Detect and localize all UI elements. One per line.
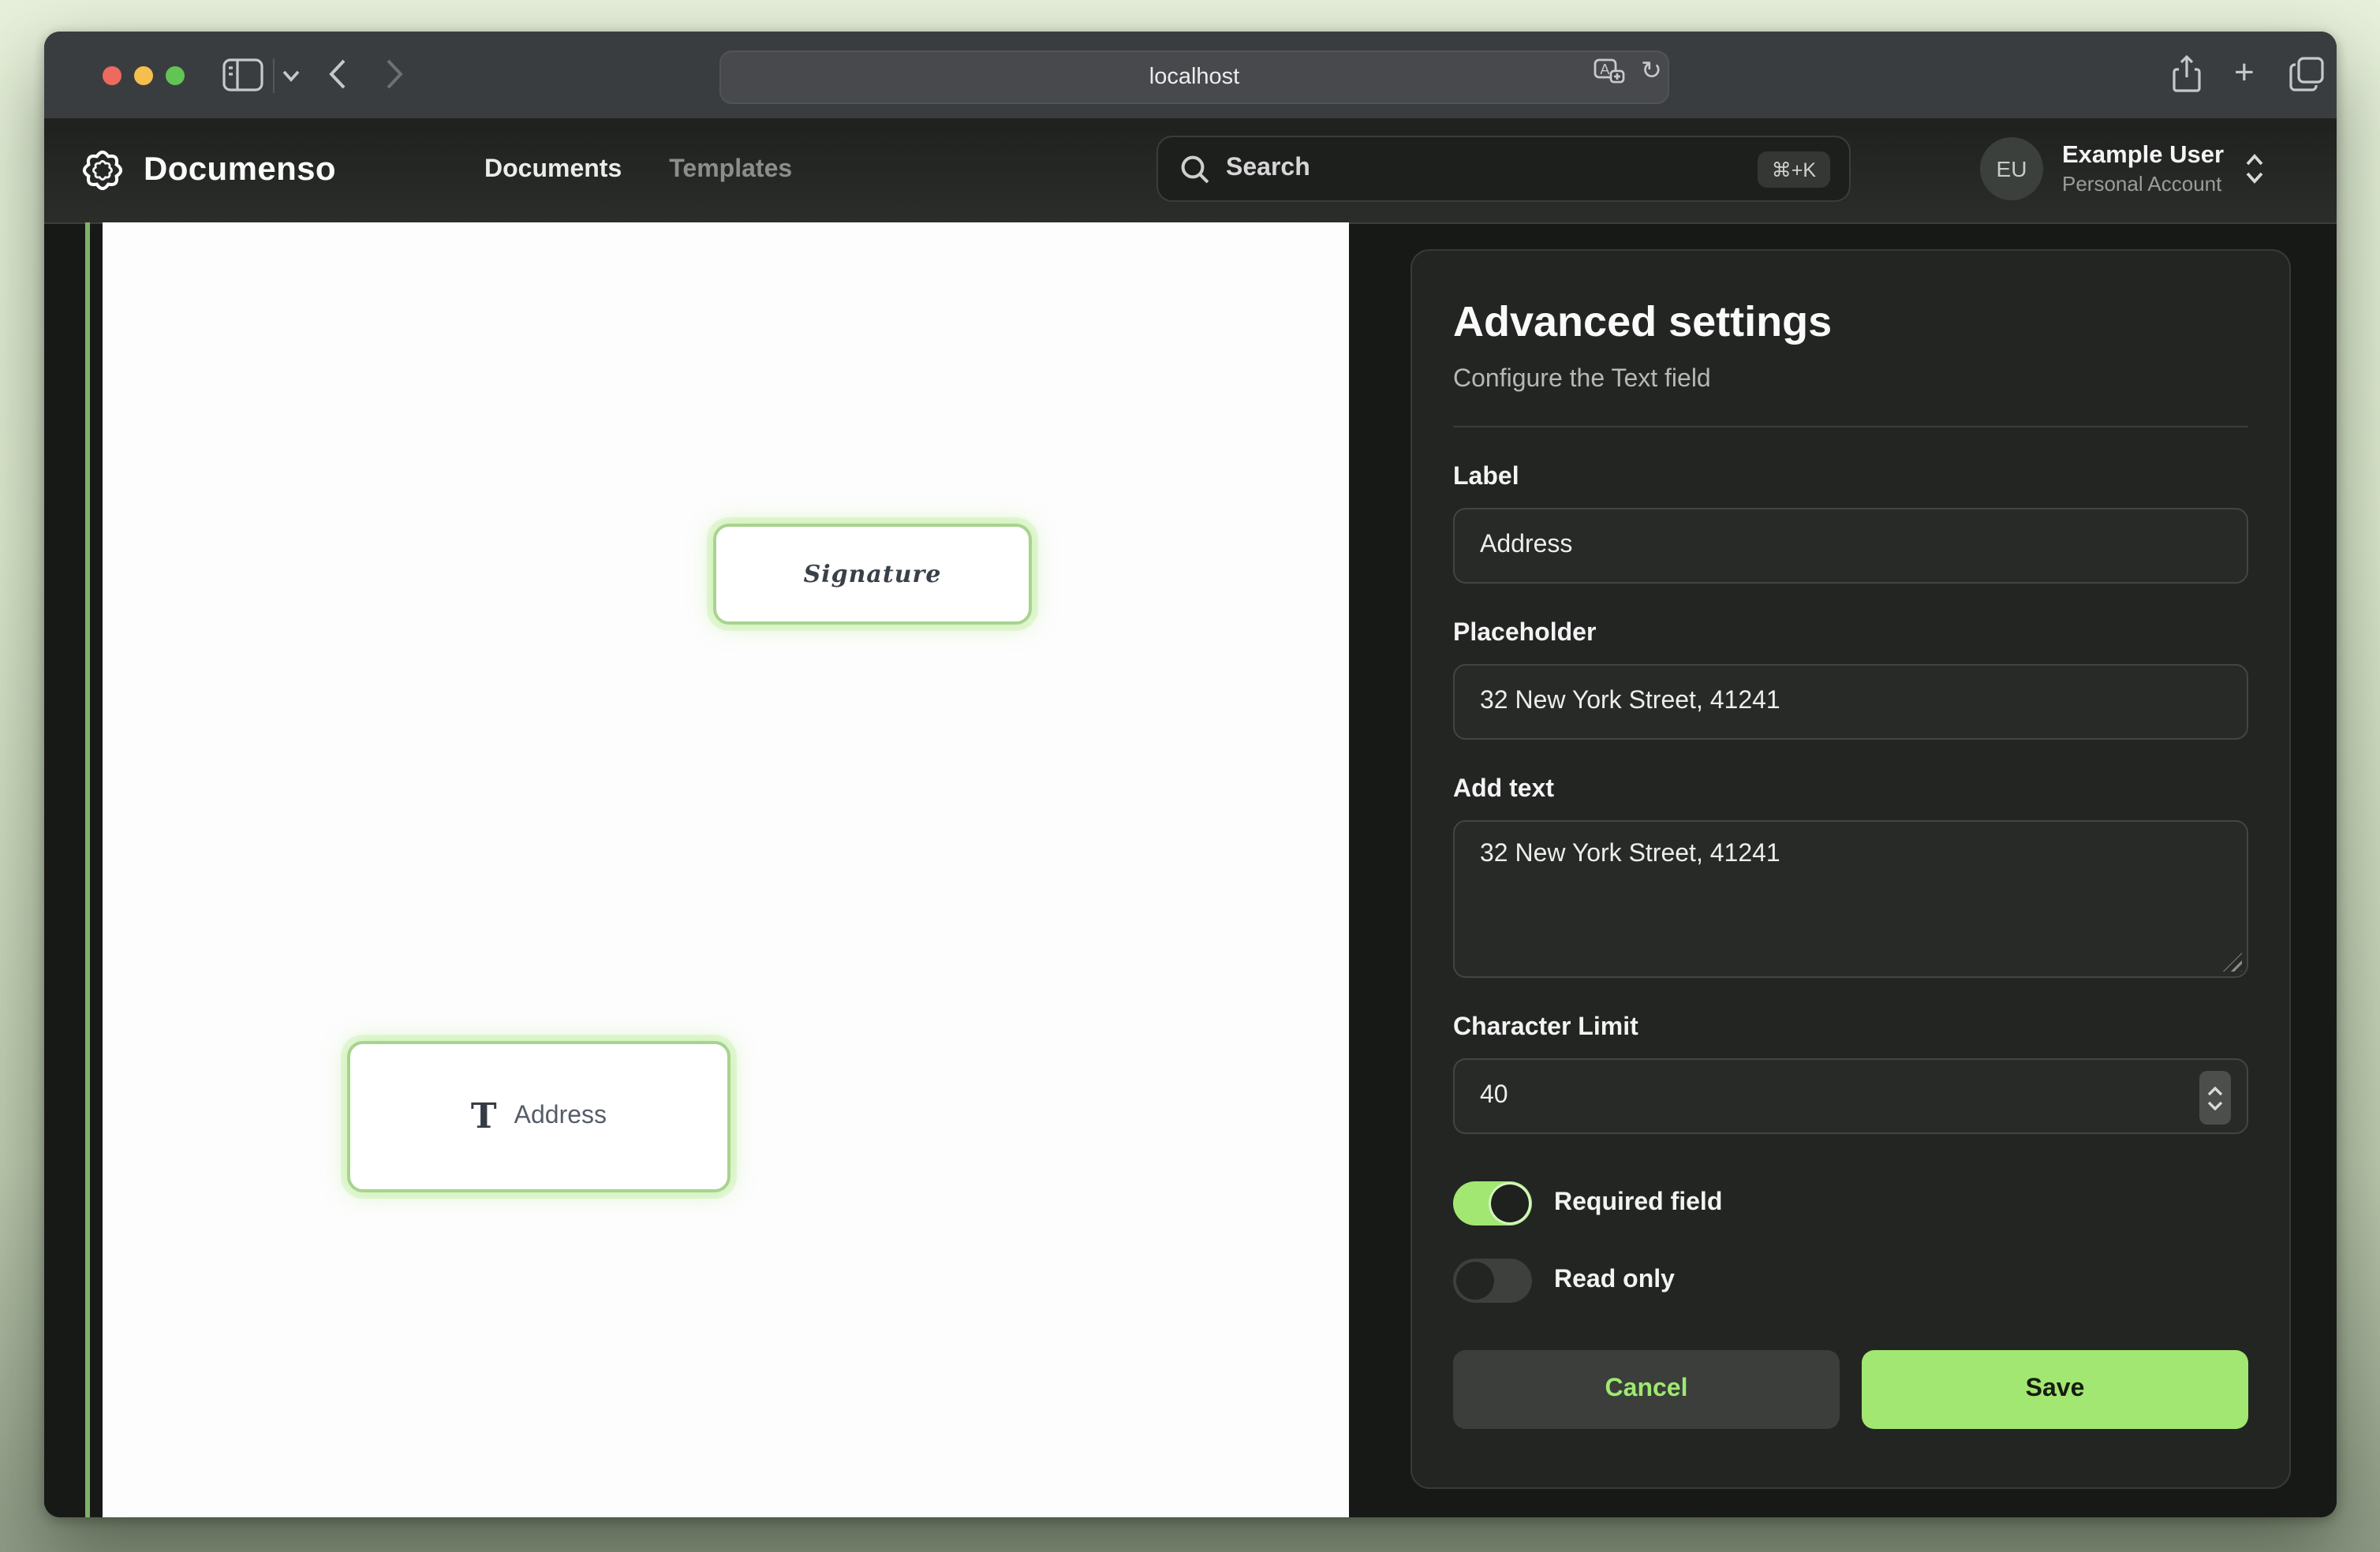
user-menu[interactable]: EU Example User Personal Account bbox=[1980, 137, 2265, 200]
panel-subtitle: Configure the Text field bbox=[1453, 366, 2248, 394]
text-type-icon: T bbox=[471, 1099, 497, 1134]
add-text-textarea[interactable]: 32 New York Street, 41241 bbox=[1453, 820, 2248, 978]
chevrons-up-down-icon bbox=[2243, 153, 2265, 185]
main-nav: Documents Templates bbox=[484, 118, 792, 222]
svg-text:A: A bbox=[1600, 62, 1609, 77]
required-field-toggle[interactable] bbox=[1453, 1181, 1532, 1226]
sidebar-icon[interactable] bbox=[222, 58, 263, 91]
close-button[interactable] bbox=[103, 65, 121, 84]
traffic-lights bbox=[103, 65, 185, 84]
toolbar-divider bbox=[273, 58, 275, 93]
toggle-knob bbox=[1456, 1262, 1494, 1300]
back-button[interactable] bbox=[328, 58, 347, 90]
address-bar-url: localhost bbox=[1149, 64, 1239, 89]
save-button[interactable]: Save bbox=[1862, 1350, 2248, 1429]
text-field-address[interactable]: T Address bbox=[347, 1041, 730, 1192]
add-text-field-label: Add text bbox=[1453, 776, 2248, 804]
desktop: localhost A ↻ + bbox=[0, 0, 2380, 1552]
nav-templates[interactable]: Templates bbox=[669, 156, 792, 185]
brand-name: Documenso bbox=[144, 151, 336, 189]
documenso-logo-icon bbox=[82, 150, 123, 191]
browser-toolbar: localhost A ↻ + bbox=[44, 32, 2337, 120]
text-field-label: Address bbox=[514, 1102, 607, 1131]
address-bar[interactable]: localhost bbox=[719, 50, 1669, 103]
toggle-knob bbox=[1491, 1185, 1529, 1222]
search-input[interactable]: Search ⌘+K bbox=[1156, 136, 1851, 202]
new-tab-icon[interactable]: + bbox=[2234, 52, 2255, 93]
read-only-toggle[interactable] bbox=[1453, 1259, 1532, 1303]
search-shortcut-badge: ⌘+K bbox=[1758, 151, 1830, 187]
user-account-type: Personal Account bbox=[2062, 171, 2224, 197]
character-limit-input[interactable] bbox=[1455, 1082, 2247, 1110]
number-stepper[interactable] bbox=[2199, 1071, 2231, 1125]
character-limit-label: Character Limit bbox=[1453, 1014, 2248, 1043]
divider bbox=[1453, 426, 2248, 427]
reload-icon[interactable]: ↻ bbox=[1641, 60, 1662, 85]
label-field-label: Label bbox=[1453, 464, 2248, 492]
search-placeholder: Search bbox=[1226, 155, 1758, 183]
required-field-label: Required field bbox=[1554, 1189, 1722, 1218]
character-limit-field bbox=[1453, 1058, 2248, 1134]
tabs-overview-icon[interactable] bbox=[2289, 57, 2324, 91]
panel-title: Advanced settings bbox=[1453, 298, 2248, 347]
nav-documents[interactable]: Documents bbox=[484, 156, 622, 185]
minimize-button[interactable] bbox=[134, 65, 153, 84]
translate-icon[interactable]: A bbox=[1594, 58, 1625, 87]
stepper-down-icon bbox=[2207, 1100, 2223, 1110]
signature-field-label: Signature bbox=[804, 560, 942, 588]
share-icon[interactable] bbox=[2173, 55, 2201, 93]
browser-window: localhost A ↻ + bbox=[44, 32, 2337, 1517]
app-header: Documenso Documents Templates Search ⌘+K… bbox=[44, 118, 2337, 224]
documenso-app: Documenso Documents Templates Search ⌘+K… bbox=[44, 118, 2337, 1517]
search-icon bbox=[1180, 154, 1210, 184]
avatar: EU bbox=[1980, 137, 2043, 200]
signature-field[interactable]: Signature bbox=[713, 524, 1032, 625]
stepper-up-icon bbox=[2207, 1086, 2223, 1095]
label-input[interactable] bbox=[1453, 508, 2248, 584]
chevron-down-icon[interactable] bbox=[282, 69, 300, 82]
placeholder-input[interactable] bbox=[1453, 664, 2248, 740]
document-page: Signature T Address bbox=[103, 222, 1349, 1517]
advanced-settings-panel: Advanced settings Configure the Text fie… bbox=[1410, 249, 2291, 1489]
maximize-button[interactable] bbox=[166, 65, 185, 84]
read-only-label: Read only bbox=[1554, 1267, 1675, 1295]
cancel-button[interactable]: Cancel bbox=[1453, 1350, 1840, 1429]
main-content: Signature T Address Advanced settings Co… bbox=[44, 222, 2337, 1517]
forward-button bbox=[385, 58, 404, 90]
placeholder-field-label: Placeholder bbox=[1453, 620, 2248, 648]
user-info: Example User Personal Account bbox=[2062, 140, 2224, 196]
page-accent-line bbox=[84, 222, 89, 1517]
brand[interactable]: Documenso bbox=[82, 150, 336, 191]
user-name: Example User bbox=[2062, 140, 2224, 171]
